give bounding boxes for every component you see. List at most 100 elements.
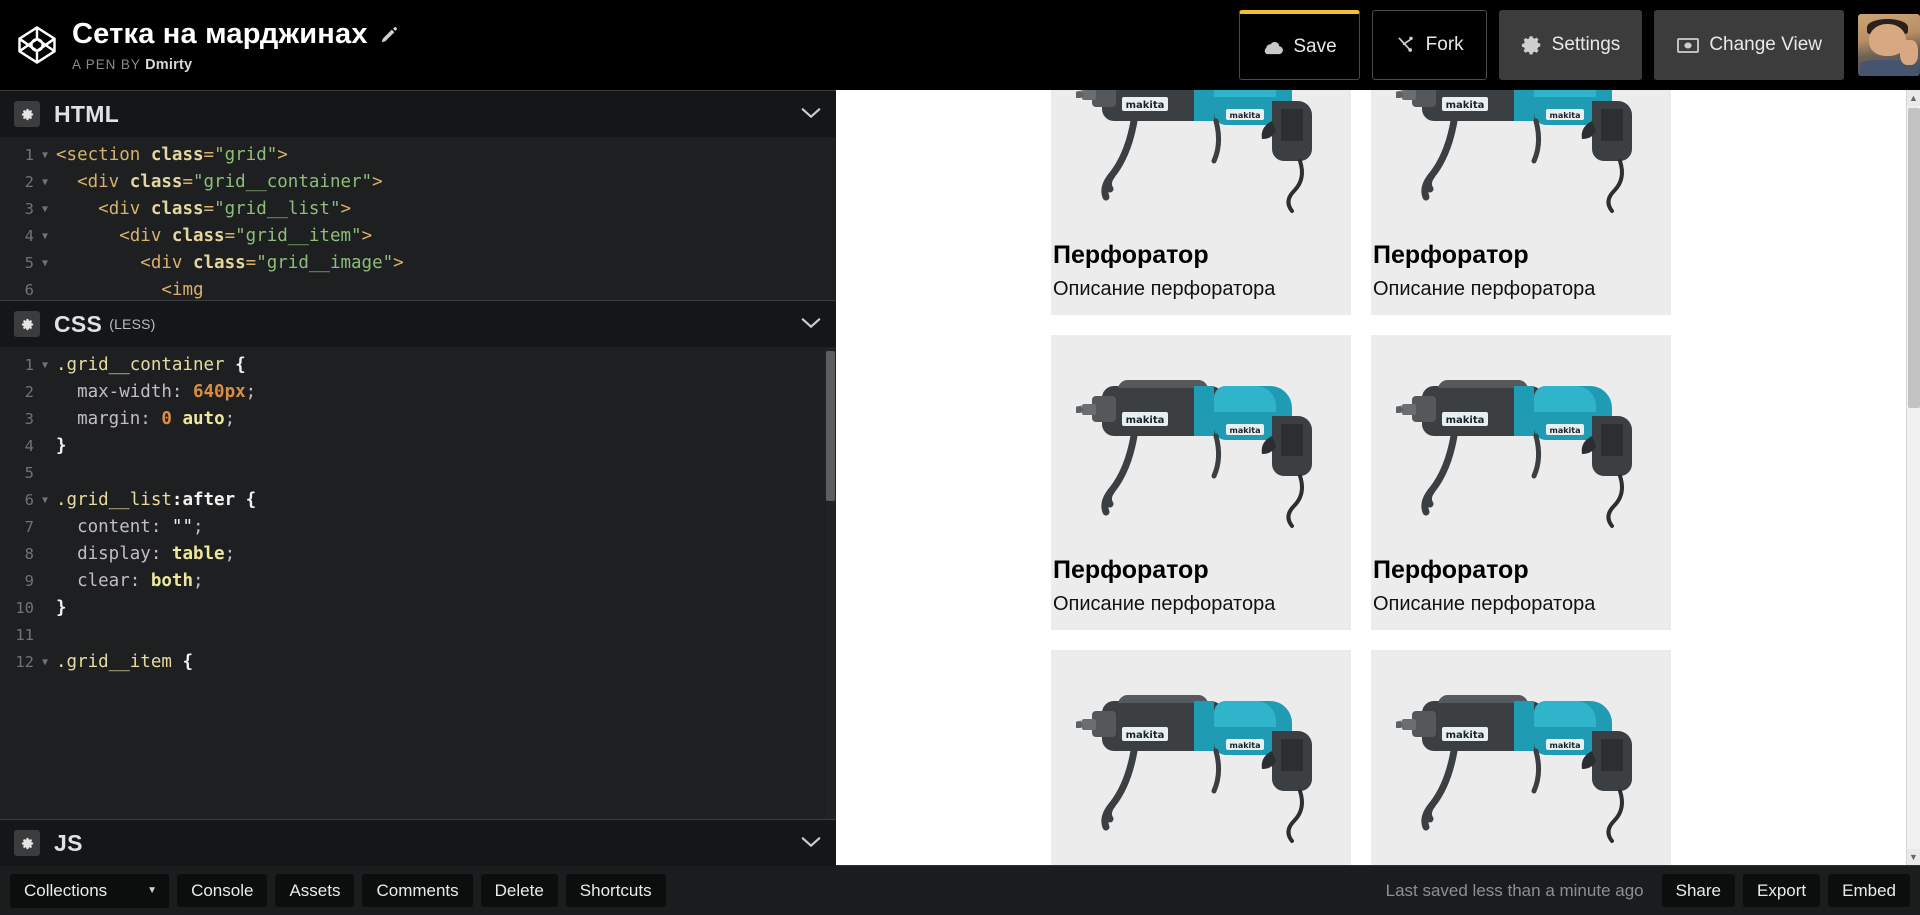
delete-button[interactable]: Delete	[480, 873, 558, 908]
fold-arrow-icon[interactable]	[38, 514, 52, 541]
grid-item[interactable]: makita AVT makita ПерфораторОписание пер…	[1051, 650, 1351, 865]
line-number: 11	[15, 626, 34, 644]
code-text: .grid__list:after {	[56, 490, 257, 510]
svg-text:makita: makita	[1549, 741, 1580, 750]
css-pane: CSS (LESS) 1 ▼ .grid__container {2 max-wid…	[0, 300, 836, 819]
code-text: margin: 0 auto;	[56, 409, 236, 429]
fold-arrow-icon[interactable]	[38, 379, 52, 406]
share-button[interactable]: Share	[1661, 873, 1735, 908]
grid-image: makita AVT makita	[1371, 335, 1671, 550]
fold-arrow-icon[interactable]	[38, 433, 52, 460]
fold-arrow-icon[interactable]: ▼	[38, 352, 52, 379]
grid-item[interactable]: makita AVT makita ПерфораторОписание пер…	[1371, 335, 1671, 630]
code-text: }	[56, 436, 67, 456]
makita-rotary-hammer-image: makita AVT makita	[1396, 694, 1632, 843]
chevron-down-icon[interactable]	[800, 104, 822, 124]
svg-text:makita: makita	[1126, 415, 1165, 426]
avatar[interactable]	[1858, 14, 1920, 76]
css-pane-header[interactable]: CSS (LESS)	[0, 301, 836, 347]
fold-arrow-icon[interactable]	[38, 406, 52, 433]
fold-arrow-icon[interactable]: ▼	[38, 223, 52, 250]
collections-label: Collections	[24, 880, 108, 900]
gear-icon[interactable]	[14, 830, 40, 856]
codepen-logo-icon[interactable]	[16, 24, 58, 66]
gear-icon[interactable]	[14, 101, 40, 127]
embed-button[interactable]: Embed	[1828, 873, 1910, 908]
makita-rotary-hammer-image: makita AVT makita	[1076, 90, 1312, 213]
byline-prefix: A PEN BY	[72, 56, 141, 72]
code-text: display: table;	[56, 544, 236, 564]
fork-button[interactable]: Fork	[1371, 10, 1487, 80]
code-line: 3 ▼ <div class="grid__list">	[0, 196, 836, 223]
code-text: clear: both;	[56, 571, 204, 591]
preview-scrollbar-thumb[interactable]	[1908, 108, 1920, 408]
svg-text:makita: makita	[1229, 111, 1260, 120]
fold-arrow-icon[interactable]	[38, 277, 52, 300]
fold-arrow-icon[interactable]: ▼	[38, 142, 52, 169]
fold-arrow-icon[interactable]	[38, 460, 52, 487]
scroll-up-icon[interactable]: ▲	[1907, 90, 1920, 106]
pencil-edit-icon[interactable]	[380, 25, 399, 44]
grid-item[interactable]: makita AVT makita ПерфораторОписание пер…	[1051, 335, 1351, 630]
code-text: max-width: 640px;	[56, 382, 257, 402]
code-line: 9 clear: both;	[0, 568, 836, 595]
fold-arrow-icon[interactable]: ▼	[38, 196, 52, 223]
fold-arrow-icon[interactable]	[38, 622, 52, 649]
code-text: .grid__item {	[56, 652, 193, 672]
pen-author[interactable]: Dmirty	[145, 57, 192, 73]
line-number: 2	[24, 383, 34, 401]
line-number: 3	[24, 410, 34, 428]
fold-arrow-icon[interactable]	[38, 568, 52, 595]
html-code-area[interactable]: 1 ▼ <section class="grid"> 2 ▼ <div class="g…	[0, 137, 836, 300]
fold-arrow-icon[interactable]	[38, 595, 52, 622]
change-view-button[interactable]: Change View	[1654, 10, 1844, 80]
gear-icon	[1521, 34, 1543, 56]
grid-list: makita AVT makita Перфоратор Описание пер…	[1051, 90, 1691, 865]
code-line: 8 display: table;	[0, 541, 836, 568]
preview-scrollbar[interactable]: ▲ ▼	[1906, 90, 1920, 865]
fold-arrow-icon[interactable]: ▼	[38, 649, 52, 676]
collections-dropdown[interactable]: Collections ▼	[10, 873, 170, 908]
line-number: 1	[24, 356, 34, 374]
settings-button[interactable]: Settings	[1498, 10, 1643, 80]
export-button[interactable]: Export	[1742, 873, 1821, 908]
grid-item[interactable]: makita AVT makita ПерфораторОписание пер…	[1371, 650, 1671, 865]
fold-arrow-icon[interactable]: ▼	[38, 250, 52, 277]
js-pane-header[interactable]: JS	[0, 820, 836, 866]
preview-pane[interactable]: makita AVT makita Перфоратор Описание пер…	[836, 90, 1920, 865]
fold-arrow-icon[interactable]	[38, 541, 52, 568]
save-button[interactable]: Save	[1239, 10, 1360, 80]
code-line: 6 ▼ .grid__list:after {	[0, 487, 836, 514]
gear-icon[interactable]	[14, 311, 40, 337]
page-title: Сетка на марджинах	[72, 17, 368, 50]
grid-item[interactable]: makita AVT makita ПерфораторОписание пер…	[1051, 90, 1351, 315]
grid-image: makita AVT makita	[1371, 650, 1671, 865]
css-code-area[interactable]: 1 ▼ .grid__container {2 max-width: 640px; 3…	[0, 347, 836, 819]
chevron-down-icon[interactable]	[800, 314, 822, 334]
fold-arrow-icon[interactable]: ▼	[38, 487, 52, 514]
shortcuts-button[interactable]: Shortcuts	[565, 873, 666, 908]
line-number: 12	[15, 653, 34, 671]
css-scrollbar[interactable]	[825, 347, 836, 819]
saved-status: Last saved less than a minute ago	[1385, 880, 1644, 900]
scroll-down-icon[interactable]: ▼	[1907, 849, 1920, 865]
product-description: Описание перфоратора	[1373, 593, 1596, 615]
comments-button[interactable]: Comments	[362, 873, 473, 908]
console-button[interactable]: Console	[177, 873, 268, 908]
change-view-button-label: Change View	[1709, 34, 1822, 55]
change-view-icon	[1676, 36, 1700, 54]
save-button-label: Save	[1293, 35, 1337, 57]
grid-item[interactable]: makita AVT makita ПерфораторОписание пер…	[1371, 90, 1671, 315]
assets-button[interactable]: Assets	[275, 873, 355, 908]
product-title: Перфоратор	[1373, 241, 1529, 269]
header-actions: Save Fork Settings Change View	[1239, 0, 1920, 90]
line-number: 6	[24, 491, 34, 509]
html-pane-header[interactable]: HTML	[0, 91, 836, 137]
fold-arrow-icon[interactable]: ▼	[38, 169, 52, 196]
chevron-down-icon[interactable]	[800, 833, 822, 853]
makita-rotary-hammer-image: makita AVT makita	[1396, 90, 1632, 213]
code-text: <img	[56, 280, 204, 300]
css-scrollbar-thumb[interactable]	[826, 351, 835, 501]
